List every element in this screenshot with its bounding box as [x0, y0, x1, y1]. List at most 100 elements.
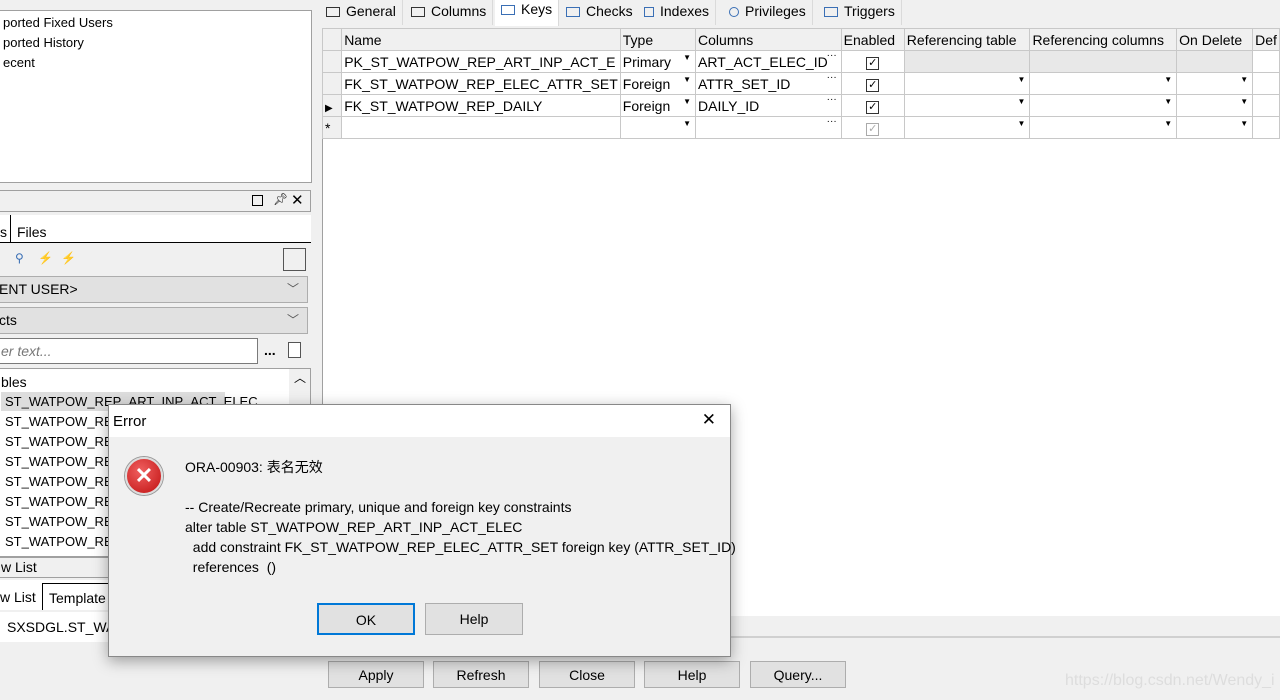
- ref-table-cell[interactable]: ▼: [903, 116, 1031, 139]
- column-header[interactable]: Referencing columns: [1029, 28, 1178, 51]
- ellipsis-button[interactable]: ···: [827, 94, 837, 105]
- ellipsis-button[interactable]: ···: [827, 116, 837, 127]
- filter-icon[interactable]: ⚡: [38, 251, 53, 265]
- query-button[interactable]: Query...: [750, 661, 846, 688]
- table-row[interactable]: PK_ST_WATPOW_REP_ART_INP_ACT_E Primary ▼ …: [321, 50, 1280, 73]
- apply-button[interactable]: Apply: [328, 661, 424, 688]
- dropdown-icon[interactable]: ▼: [1164, 97, 1172, 106]
- dialog-help-button[interactable]: Help: [425, 603, 523, 635]
- tab-keys[interactable]: Keys: [495, 0, 560, 26]
- ok-button[interactable]: OK: [317, 603, 415, 635]
- dialog-close-icon[interactable]: ✕: [702, 410, 716, 430]
- dropdown-icon[interactable]: ▼: [683, 97, 691, 106]
- tab-files[interactable]: Files: [17, 224, 47, 240]
- key-name-cell[interactable]: [341, 116, 621, 139]
- ref-table-cell[interactable]: ▼: [903, 94, 1031, 117]
- enabled-cell[interactable]: ✓: [840, 94, 905, 117]
- list-item[interactable]: ported Fixed Users: [3, 15, 113, 30]
- object-type-select[interactable]: cts ﹀: [0, 307, 308, 334]
- tab-templates[interactable]: Template: [42, 583, 113, 610]
- column-header[interactable]: Columns: [695, 28, 842, 51]
- color-button[interactable]: [283, 248, 306, 271]
- dropdown-icon[interactable]: ▼: [1164, 119, 1172, 128]
- tab-privileges[interactable]: Privileges: [723, 0, 813, 25]
- key-type-cell[interactable]: Foreign ▼: [619, 94, 697, 117]
- recent-list[interactable]: ported Fixed Users ported History ecent: [0, 10, 312, 183]
- enabled-cell[interactable]: ✓: [840, 116, 905, 139]
- close-icon[interactable]: ✕: [291, 191, 304, 209]
- enabled-checkbox[interactable]: ✓: [866, 57, 880, 70]
- key-type-cell[interactable]: Foreign ▼: [619, 72, 697, 95]
- ref-table-cell[interactable]: ▼: [903, 72, 1031, 95]
- key-type-cell[interactable]: ▼: [619, 116, 697, 139]
- on-delete-cell[interactable]: ▼: [1176, 116, 1254, 139]
- maximize-icon[interactable]: [252, 195, 263, 206]
- list-item[interactable]: ported History: [3, 35, 84, 50]
- dropdown-icon[interactable]: ▼: [1240, 75, 1248, 84]
- dropdown-icon[interactable]: ▼: [1164, 75, 1172, 84]
- ellipsis-button[interactable]: ···: [827, 50, 837, 61]
- list-item[interactable]: ecent: [3, 55, 35, 70]
- dropdown-icon[interactable]: ▼: [1018, 75, 1026, 84]
- new-row[interactable]: * ▼ ··· ✓ ▼ ▼ ▼: [321, 116, 1280, 139]
- key-columns-cell[interactable]: ART_ACT_ELEC_ID ···: [695, 50, 842, 73]
- table-row[interactable]: FK_ST_WATPOW_REP_ELEC_ATTR_SET Foreign ▼ …: [321, 72, 1280, 95]
- dropdown-icon[interactable]: ▼: [1240, 97, 1248, 106]
- enabled-cell[interactable]: ✓: [840, 72, 905, 95]
- key-columns-cell[interactable]: ···: [695, 116, 842, 139]
- column-header[interactable]: Def: [1252, 28, 1280, 51]
- column-header[interactable]: Type: [619, 28, 697, 51]
- dropdown-icon[interactable]: ▼: [1240, 119, 1248, 128]
- close-button[interactable]: Close: [539, 661, 635, 688]
- row-selector[interactable]: *: [321, 116, 343, 139]
- table-row[interactable]: ▶ FK_ST_WATPOW_REP_DAILY Foreign ▼ DAILY_…: [321, 94, 1280, 117]
- key-columns: DAILY_ID: [698, 97, 760, 114]
- column-header[interactable]: On Delete: [1176, 28, 1254, 51]
- tab-general[interactable]: General: [320, 0, 403, 25]
- ref-columns-cell[interactable]: ▼: [1029, 72, 1178, 95]
- enabled-cell[interactable]: ✓: [840, 50, 905, 73]
- row-selector[interactable]: [321, 72, 343, 95]
- enabled-checkbox[interactable]: ✓: [866, 101, 880, 114]
- row-selector[interactable]: [321, 50, 343, 73]
- ref-columns-cell[interactable]: ▼: [1029, 94, 1178, 117]
- ref-columns-cell[interactable]: ▼: [1029, 116, 1178, 139]
- column-header[interactable]: Referencing table: [903, 28, 1031, 51]
- dropdown-icon[interactable]: ▼: [683, 119, 691, 128]
- tab-window-list[interactable]: w List: [0, 589, 36, 605]
- key-columns-cell[interactable]: ATTR_SET_ID ···: [695, 72, 842, 95]
- refresh-button[interactable]: Refresh: [433, 661, 529, 688]
- help-button[interactable]: Help: [644, 661, 740, 688]
- dropdown-icon[interactable]: ▼: [1018, 119, 1026, 128]
- tab-columns[interactable]: Columns: [405, 0, 494, 25]
- tab-indexes[interactable]: Indexes: [638, 0, 717, 25]
- key-type-cell[interactable]: Primary ▼: [619, 50, 697, 73]
- tree-folder-tables[interactable]: bles: [1, 374, 27, 390]
- filter-edit-icon[interactable]: ⚡: [61, 251, 76, 265]
- enabled-checkbox[interactable]: ✓: [866, 123, 880, 136]
- dropdown-icon[interactable]: ▼: [683, 53, 691, 62]
- filter-more-button[interactable]: ...: [264, 342, 276, 358]
- key-name-cell[interactable]: FK_ST_WATPOW_REP_DAILY: [341, 94, 621, 117]
- key-name-cell[interactable]: PK_ST_WATPOW_REP_ART_INP_ACT_E: [341, 50, 621, 73]
- find-icon[interactable]: ⚲: [15, 251, 24, 265]
- window-list-item[interactable]: SXSDGL.ST_WA: [7, 619, 115, 635]
- key-columns-cell[interactable]: DAILY_ID ···: [695, 94, 842, 117]
- on-delete-cell[interactable]: ▼: [1176, 72, 1254, 95]
- ellipsis-button[interactable]: ···: [827, 72, 837, 83]
- column-header[interactable]: Enabled: [840, 28, 905, 51]
- dropdown-icon[interactable]: ▼: [683, 75, 691, 84]
- pin-icon[interactable]: 📌︎: [273, 192, 288, 206]
- dropdown-icon[interactable]: ▼: [1018, 97, 1026, 106]
- key-name-cell[interactable]: FK_ST_WATPOW_REP_ELEC_ATTR_SET: [341, 72, 621, 95]
- tab-checks[interactable]: Checks: [560, 0, 640, 25]
- column-header[interactable]: Name: [341, 28, 621, 51]
- filter-input[interactable]: er text...: [0, 338, 258, 364]
- tab-triggers[interactable]: Triggers: [818, 0, 902, 25]
- tab-objects[interactable]: s: [0, 224, 7, 240]
- user-select[interactable]: ENT USER> ﹀: [0, 276, 308, 303]
- new-filter-icon[interactable]: [288, 342, 301, 358]
- row-selector[interactable]: ▶: [321, 94, 343, 117]
- on-delete-cell[interactable]: ▼: [1176, 94, 1254, 117]
- enabled-checkbox[interactable]: ✓: [866, 79, 880, 92]
